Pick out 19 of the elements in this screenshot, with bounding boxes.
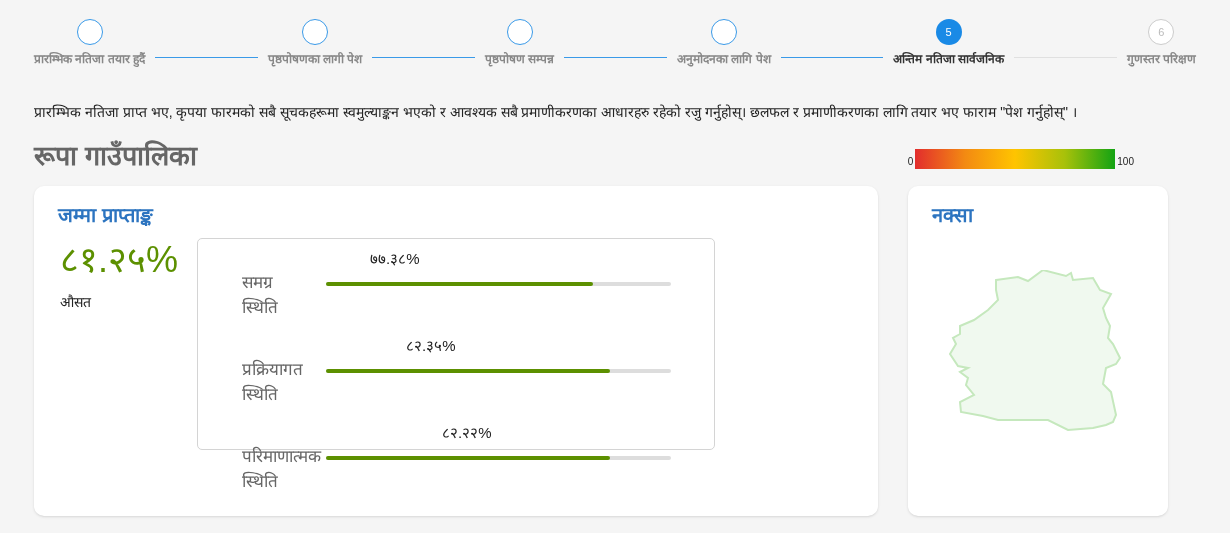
bar-value: ७७.३८% [370, 251, 421, 266]
step-label: प्रारम्भिक नतिजा तयार हुदैं [34, 51, 145, 68]
step-label: अन्तिम नतिजा सार्वजनिक [893, 51, 1004, 68]
bar-value: ८२.३५% [406, 338, 457, 353]
step-label: पृष्ठपोषणका लागी पेश [267, 51, 363, 68]
step-label: गुणस्तर परिक्षण [1126, 51, 1196, 68]
step-label: अनुमोदनका लागि पेश [677, 51, 771, 68]
average-label: औसत [60, 293, 91, 312]
card-heading: जम्मा प्राप्ताङ्क [58, 203, 155, 228]
card-heading: नक्सा [932, 203, 975, 228]
total-score: ८१.२५% [60, 242, 178, 278]
bar-label: परिमाणात्मक स्थिति [242, 445, 323, 493]
legend-max-label: 100 [1117, 155, 1134, 169]
legend-min-label: 0 [907, 155, 914, 169]
bar-label: समग्र स्थिति [242, 272, 279, 319]
step-label: पृष्ठपोषण सम्पन्न [485, 51, 555, 68]
instructions-text: प्रारम्भिक नतिजा प्राप्त भए, कृपया फारमको सबै सूचकहरूमा स्वमुल्याङ्कन भएको र आवश्यक सबै प्रमाणीकरणका आधारहरु रहेको रजु गर्नुहोस्। छलफल र प्रमाणीकरणका लागि तयार भए फाराम "पेश गर्नुहोस्" । [33, 103, 1078, 123]
bar-value: ८२.२२% [442, 425, 493, 440]
bar-label: प्रक्रियागत स्थिति [242, 358, 304, 406]
